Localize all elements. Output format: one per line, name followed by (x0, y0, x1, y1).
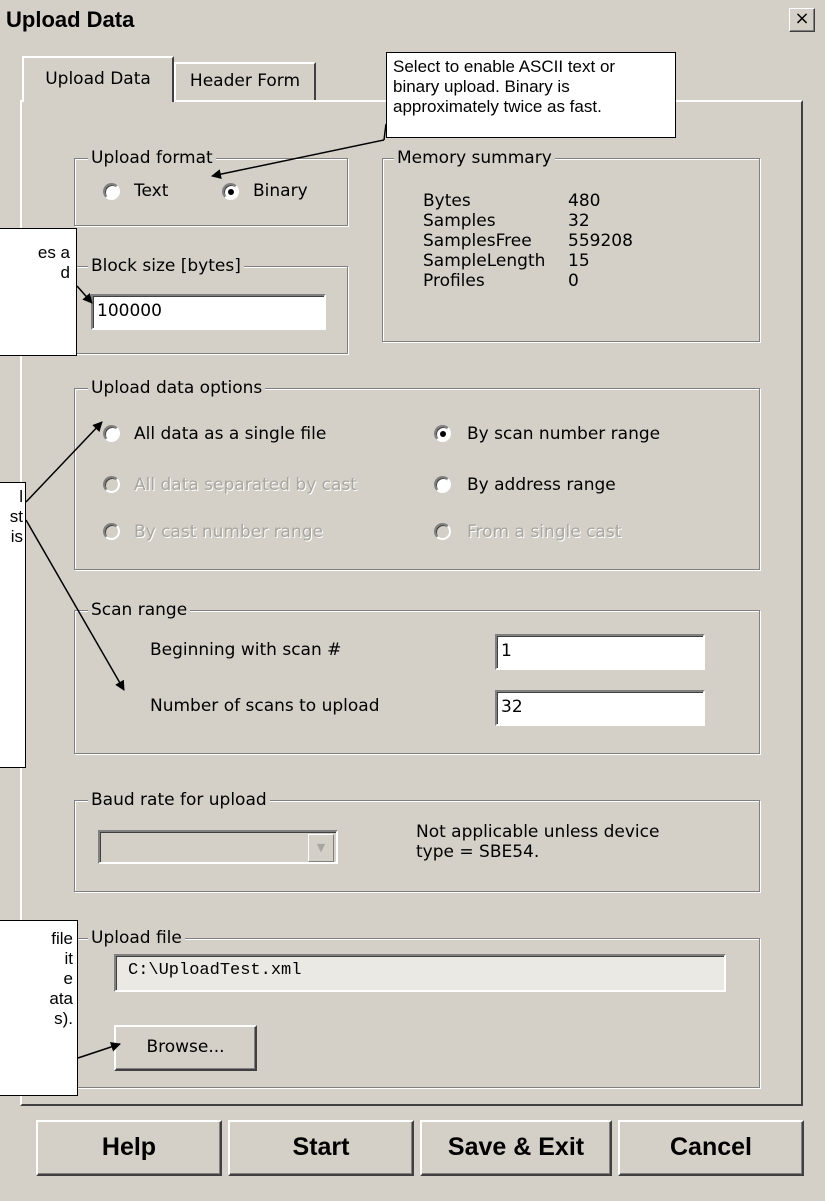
arrow-connector (383, 123, 387, 141)
arrow-format (211, 139, 385, 180)
tab-header-form[interactable]: Header Form (174, 62, 316, 100)
arrow-options (25, 421, 103, 503)
tab-upload-data[interactable]: Upload Data (22, 56, 174, 102)
arrow-scan-range (25, 519, 125, 691)
arrow-browse (77, 1042, 121, 1059)
callout-arrows (25, 123, 387, 1059)
arrow-block-size (76, 285, 93, 304)
